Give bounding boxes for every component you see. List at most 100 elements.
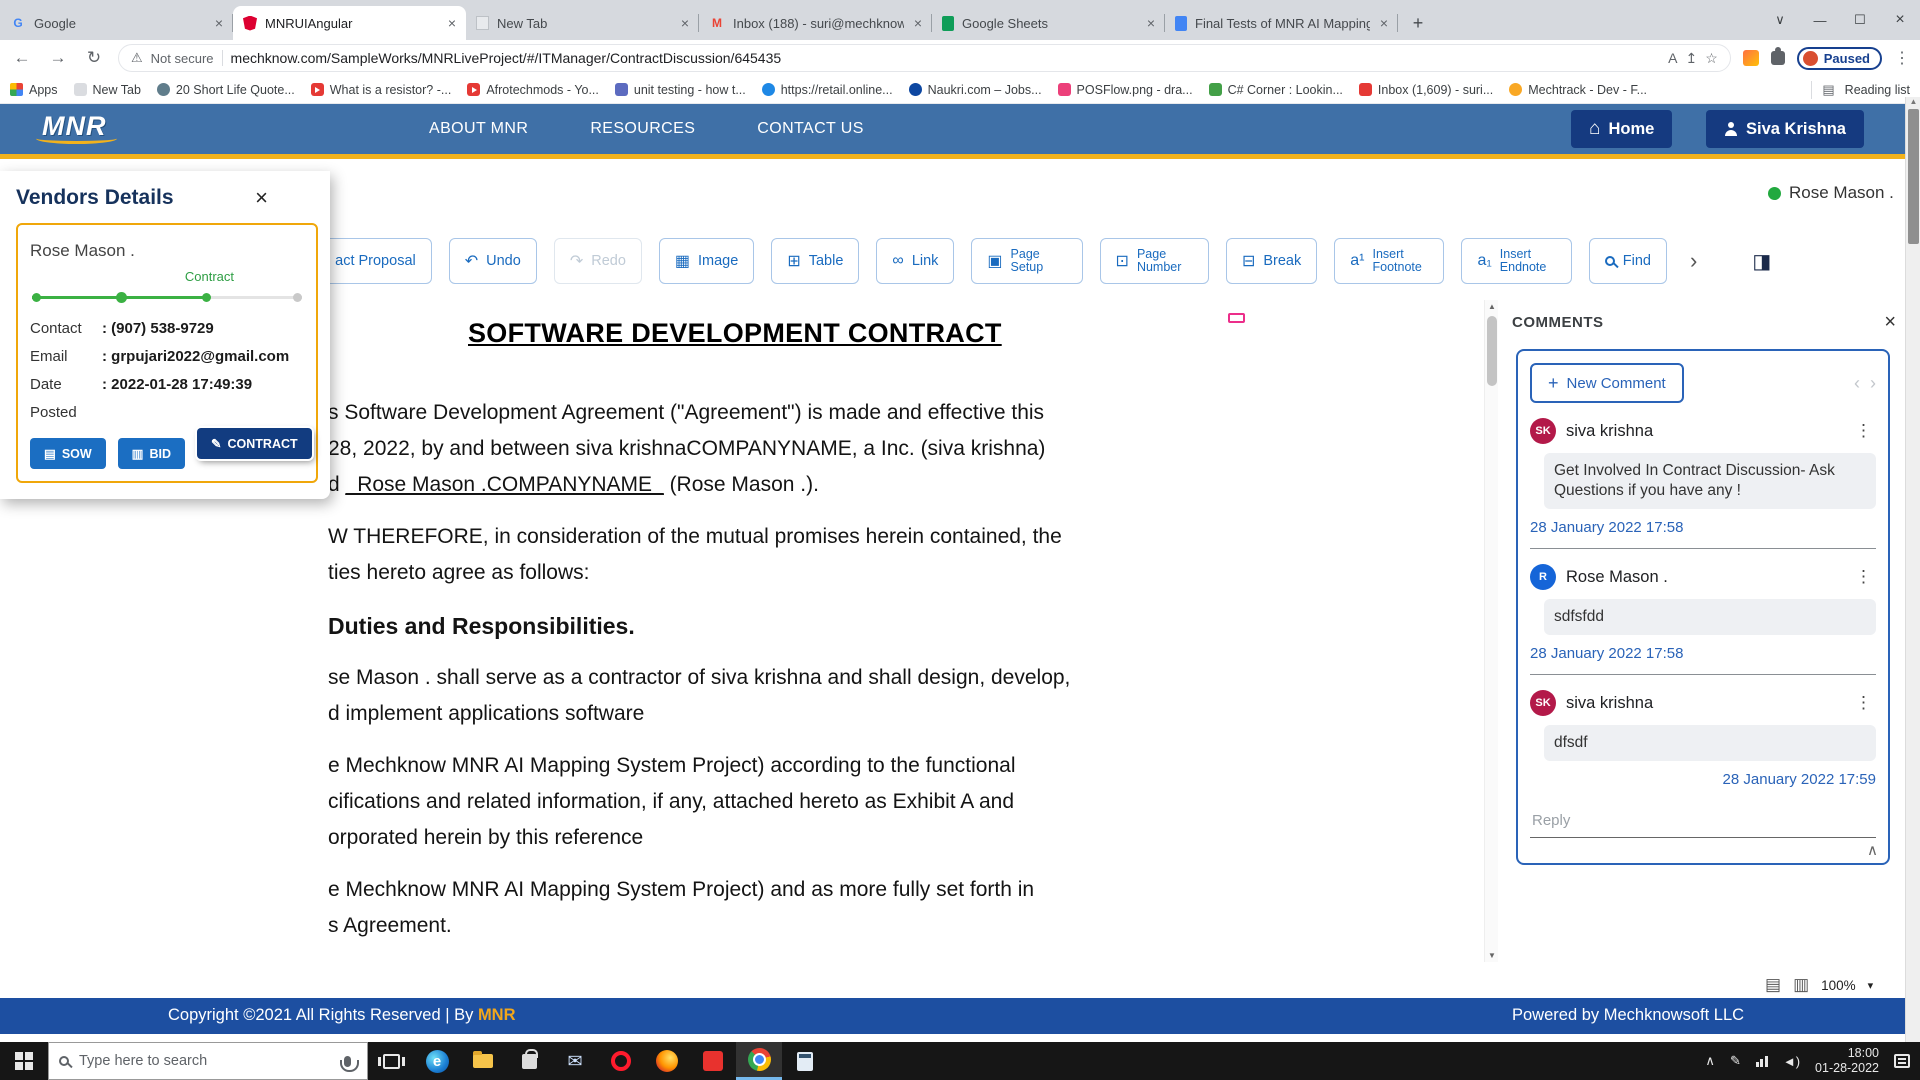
back-icon[interactable]: ← [10,48,34,68]
slider-step-dot[interactable] [202,293,211,302]
vendor-panel-close-icon[interactable]: × [255,185,268,211]
new-tab-button[interactable]: + [1404,9,1432,37]
window-minimize-button[interactable]: — [1800,13,1840,28]
toolbar-insert-footnote-button[interactable]: a¹ Insert Footnote [1334,238,1444,284]
pen-icon[interactable]: ✎ [1730,1053,1741,1069]
reading-list-button[interactable]: Reading list [1845,83,1910,97]
browser-menu-icon[interactable]: ⋮ [1894,48,1910,68]
toolbar-overflow-chevron-icon[interactable]: › [1690,248,1697,274]
toolbar-table-button[interactable]: ⊞ Table [771,238,859,284]
taskbar-red-app[interactable] [690,1042,736,1080]
web-layout-icon[interactable]: ▥ [1793,975,1809,995]
zoom-dropdown-icon[interactable]: ▾ [1868,979,1874,992]
tab-close-icon[interactable]: × [1145,15,1157,31]
volume-icon[interactable]: ◄) [1783,1054,1800,1069]
toolbar-link-button[interactable]: ∞ Link [876,238,954,284]
scroll-up-icon[interactable]: ▲ [1906,97,1920,106]
bookmark-item[interactable]: What is a resistor? -... [311,83,452,97]
task-view-button[interactable] [368,1042,414,1080]
network-icon[interactable] [1756,1056,1768,1067]
taskbar-opera[interactable] [598,1042,644,1080]
user-button[interactable]: Siva Krishna [1706,110,1864,148]
vendor-stage-slider[interactable] [32,290,302,304]
slider-step-dot[interactable] [293,293,302,302]
print-layout-icon[interactable]: ▤ [1765,975,1781,995]
taskbar-edge[interactable]: e [414,1042,460,1080]
bookmark-item[interactable]: C# Corner : Lookin... [1209,83,1343,97]
action-center-icon[interactable] [1894,1054,1910,1068]
window-maximize-button[interactable]: ☐ [1840,12,1880,28]
new-comment-button[interactable]: + New Comment [1530,363,1684,403]
tab-close-icon[interactable]: × [679,15,691,31]
comment-menu-icon[interactable]: ⋮ [1851,567,1876,587]
scroll-down-icon[interactable]: ▼ [1485,951,1499,960]
pager-right-icon[interactable]: › [1870,373,1876,394]
taskbar-clock[interactable]: 18:00 01-28-2022 [1815,1046,1879,1076]
pager-left-icon[interactable]: ‹ [1854,373,1860,394]
toolbar-find-button[interactable]: Find [1589,238,1667,284]
toolbar-break-button[interactable]: ⊟ Break [1226,238,1317,284]
collapse-chevron-icon[interactable]: ∧ [1867,841,1878,859]
sow-button[interactable]: ▤ SOW [30,438,106,469]
comments-close-icon[interactable]: × [1884,311,1896,334]
slider-step-dot[interactable] [32,293,41,302]
extension-icon[interactable] [1743,50,1759,66]
scrollbar-thumb[interactable] [1487,316,1497,386]
tab-google[interactable]: G Google × [0,6,233,40]
taskbar-search-input[interactable]: Type here to search [48,1042,368,1080]
document-scrollbar[interactable]: ▲ ▼ [1484,300,1498,962]
bookmark-item[interactable]: Inbox (1,609) - suri... [1359,83,1493,97]
tab-google-sheets[interactable]: Google Sheets × [932,6,1165,40]
toolbar-image-button[interactable]: ▦ Image [659,238,754,284]
tab-close-icon[interactable]: × [1378,15,1390,31]
comment-menu-icon[interactable]: ⋮ [1851,693,1876,713]
microphone-icon[interactable] [344,1056,351,1067]
send-to-device-icon[interactable]: ↥ [1685,50,1697,67]
bookmark-item[interactable]: https://retail.online... [762,83,893,97]
slider-step-dot[interactable] [116,292,127,303]
nav-about-mnr[interactable]: ABOUT MNR [429,120,528,138]
toolbar-undo-button[interactable]: ↶ Undo [449,238,537,284]
taskbar-firefox[interactable] [644,1042,690,1080]
tab-mnruiangular[interactable]: MNRUIAngular × [233,6,466,40]
taskbar-file-explorer[interactable] [460,1042,506,1080]
home-button[interactable]: ⌂ Home [1571,110,1672,148]
bookmark-item[interactable]: Afrotechmods - Yo... [467,83,599,97]
tab-close-icon[interactable]: × [213,15,225,31]
comment-anchor-marker[interactable] [1228,313,1245,323]
tab-gmail-inbox[interactable]: M Inbox (188) - suri@mechknowso × [699,6,932,40]
contract-button[interactable]: ✎ CONTRACT [197,428,312,459]
taskbar-mail[interactable]: ✉ [552,1042,598,1080]
tab-close-icon[interactable]: × [446,15,458,31]
comment-menu-icon[interactable]: ⋮ [1851,421,1876,441]
zoom-level[interactable]: 100% [1821,978,1856,993]
reply-input[interactable]: Reply [1530,808,1876,838]
tab-close-icon[interactable]: × [912,15,924,31]
security-label[interactable]: Not secure [151,51,214,66]
mnr-logo[interactable]: MNR [42,111,107,142]
toolbar-page-number-button[interactable]: ⊡ Page Number [1100,238,1209,284]
tab-google-docs[interactable]: Final Tests of MNR AI Mapping S × [1165,6,1398,40]
nav-resources[interactable]: RESOURCES [590,120,695,138]
footer-brand-link[interactable]: MNR [478,1006,516,1024]
bookmark-apps[interactable]: Apps [10,83,58,97]
toolbar-insert-endnote-button[interactable]: a₁ Insert Endnote [1461,238,1571,284]
tab-new-tab[interactable]: New Tab × [466,6,699,40]
scroll-up-icon[interactable]: ▲ [1485,302,1499,311]
window-close-button[interactable]: × [1880,11,1920,29]
url-text[interactable]: mechknow.com/SampleWorks/MNRLiveProject/… [231,50,1661,66]
sidebar-toggle-icon[interactable]: ◨ [1752,249,1771,274]
taskbar-calculator[interactable] [782,1042,828,1080]
bookmark-star-icon[interactable]: ☆ [1705,50,1718,67]
bookmark-item[interactable]: New Tab [74,83,141,97]
bookmark-item[interactable]: unit testing - how t... [615,83,746,97]
bookmark-item[interactable]: 20 Short Life Quote... [157,83,295,97]
profile-paused-badge[interactable]: Paused [1797,47,1882,70]
bookmark-item[interactable]: Mechtrack - Dev - F... [1509,83,1647,97]
taskbar-store[interactable] [506,1042,552,1080]
not-secure-warning-icon[interactable]: ⚠ [131,50,143,66]
document-canvas[interactable]: SOFTWARE DEVELOPMENT CONTRACT s Software… [328,296,1478,967]
nav-contact-us[interactable]: CONTACT US [757,120,864,138]
start-button[interactable] [0,1042,48,1080]
bid-button[interactable]: ▥ BID [118,438,185,469]
